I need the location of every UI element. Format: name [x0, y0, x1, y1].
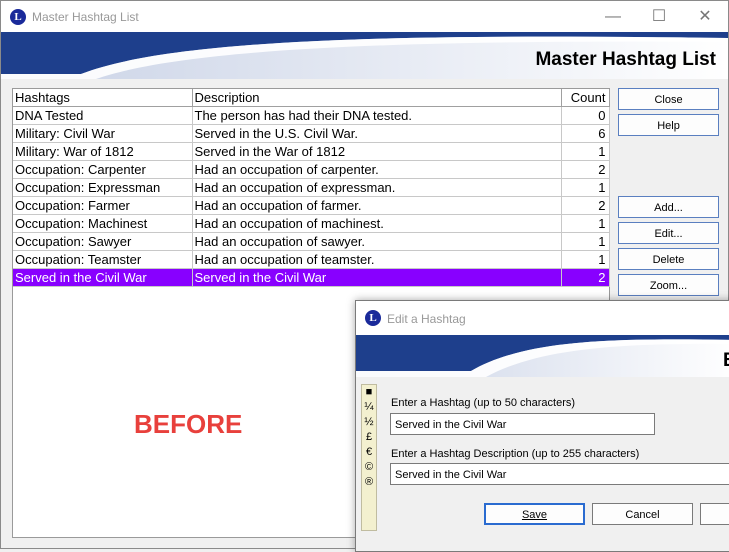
description-cell: Served in the War of 1812 [192, 142, 562, 161]
table-row[interactable]: Military: Civil War Served in the U.S. Ci… [13, 124, 610, 143]
edit-button[interactable]: Edit... [618, 222, 719, 244]
maximize-icon[interactable]: ☐ [636, 1, 682, 32]
hashtag-cell: DNA Tested [13, 106, 193, 125]
count-cell: 1 [561, 232, 610, 251]
one-half-char-button[interactable]: ½ [362, 415, 376, 430]
dialog-title: Edit a Hashtag [387, 312, 466, 326]
hashtag-description-input[interactable]: Served in the Civil War [390, 463, 729, 485]
registered-char-button[interactable]: ® [362, 475, 376, 490]
table-row[interactable]: Military: War of 1812 Served in the War o… [13, 142, 610, 161]
square-char-button[interactable]: ■ [362, 385, 376, 400]
euro-char-button[interactable]: € [362, 445, 376, 460]
edit-hashtag-dialog: L Edit a Hashtag E ■ ¼ ½ £ € © ® Enter a… [355, 300, 729, 552]
description-cell: Had an occupation of expressman. [192, 178, 562, 197]
grid-header-row: Hashtags Description Count [13, 89, 610, 107]
count-cell: 6 [561, 124, 610, 143]
special-character-bar: ■ ¼ ½ £ € © ® [361, 384, 377, 531]
hashtag-cell: Military: Civil War [13, 124, 193, 143]
app-logo-icon: L [10, 9, 26, 25]
dialog-banner-title: E [723, 350, 729, 372]
description-cell: The person has had their DNA tested. [192, 106, 562, 125]
hashtag-input[interactable]: Served in the Civil War [390, 413, 655, 435]
zoom-button[interactable]: Zoom... [618, 274, 719, 296]
description-cell: Had an occupation of machinest. [192, 214, 562, 233]
hashtag-cell: Occupation: Teamster [13, 250, 193, 269]
app-logo-icon: L [365, 310, 381, 326]
table-row[interactable]: Occupation: Sawyer Had an occupation of s… [13, 232, 610, 251]
hashtag-cell: Occupation: Carpenter [13, 160, 193, 179]
table-row[interactable]: Occupation: Teamster Had an occupation of… [13, 250, 610, 269]
header-banner: Master Hashtag List [1, 32, 728, 79]
banner-swoosh-graphic [356, 335, 729, 377]
hashtag-cell: Occupation: Expressman [13, 178, 193, 197]
table-row[interactable]: DNA Tested The person has had their DNA t… [13, 106, 610, 125]
cancel-button[interactable]: Cancel [592, 503, 693, 525]
copyright-char-button[interactable]: © [362, 460, 376, 475]
close-button[interactable]: Close [618, 88, 719, 110]
window-title: Master Hashtag List [32, 10, 139, 24]
one-quarter-char-button[interactable]: ¼ [362, 400, 376, 415]
close-window-icon[interactable]: ✕ [682, 1, 728, 32]
description-cell: Served in the U.S. Civil War. [192, 124, 562, 143]
before-annotation: BEFORE [134, 409, 243, 439]
table-row[interactable]: Occupation: Farmer Had an occupation of f… [13, 196, 610, 215]
dialog-title-bar: L Edit a Hashtag [356, 301, 729, 335]
minimize-icon[interactable]: — [590, 1, 636, 32]
table-row[interactable]: Occupation: Machinest Had an occupation o… [13, 214, 610, 233]
page-title: Master Hashtag List [535, 49, 716, 70]
description-cell: Had an occupation of teamster. [192, 250, 562, 269]
hashtag-cell: Served in the Civil War [13, 268, 193, 287]
count-cell: 1 [561, 178, 610, 197]
hashtag-description-label: Enter a Hashtag Description (up to 255 c… [391, 448, 640, 460]
hashtag-cell: Occupation: Machinest [13, 214, 193, 233]
dialog-banner: E [356, 335, 729, 377]
add-button[interactable]: Add... [618, 196, 719, 218]
table-row[interactable]: Occupation: Carpenter Had an occupation o… [13, 160, 610, 179]
hashtag-cell: Occupation: Sawyer [13, 232, 193, 251]
count-cell: 1 [561, 142, 610, 161]
hashtag-cell: Military: War of 1812 [13, 142, 193, 161]
hashtag-cell: Occupation: Farmer [13, 196, 193, 215]
save-button[interactable]: Save [484, 503, 585, 525]
count-cell: 2 [561, 160, 610, 179]
count-cell: 2 [561, 196, 610, 215]
pound-char-button[interactable]: £ [362, 430, 376, 445]
hashtag-label: Enter a Hashtag (up to 50 characters) [391, 397, 576, 409]
delete-button[interactable]: Delete [618, 248, 719, 270]
table-row-selected[interactable]: Served in the Civil War Served in the Civ… [13, 268, 610, 287]
count-cell: 1 [561, 250, 610, 269]
count-cell: 2 [561, 268, 610, 287]
description-cell: Served in the Civil War [192, 268, 562, 287]
column-header-count[interactable]: Count [561, 89, 610, 107]
count-cell: 0 [561, 106, 610, 125]
description-cell: Had an occupation of carpenter. [192, 160, 562, 179]
description-cell: Had an occupation of sawyer. [192, 232, 562, 251]
title-bar: L Master Hashtag List — ☐ ✕ [1, 1, 728, 32]
help-button[interactable]: Help [618, 114, 719, 136]
description-cell: Had an occupation of farmer. [192, 196, 562, 215]
count-cell: 1 [561, 214, 610, 233]
dialog-extra-button[interactable] [700, 503, 729, 525]
column-header-description[interactable]: Description [192, 89, 562, 107]
table-row[interactable]: Occupation: Expressman Had an occupation … [13, 178, 610, 197]
column-header-hashtags[interactable]: Hashtags [13, 89, 193, 107]
